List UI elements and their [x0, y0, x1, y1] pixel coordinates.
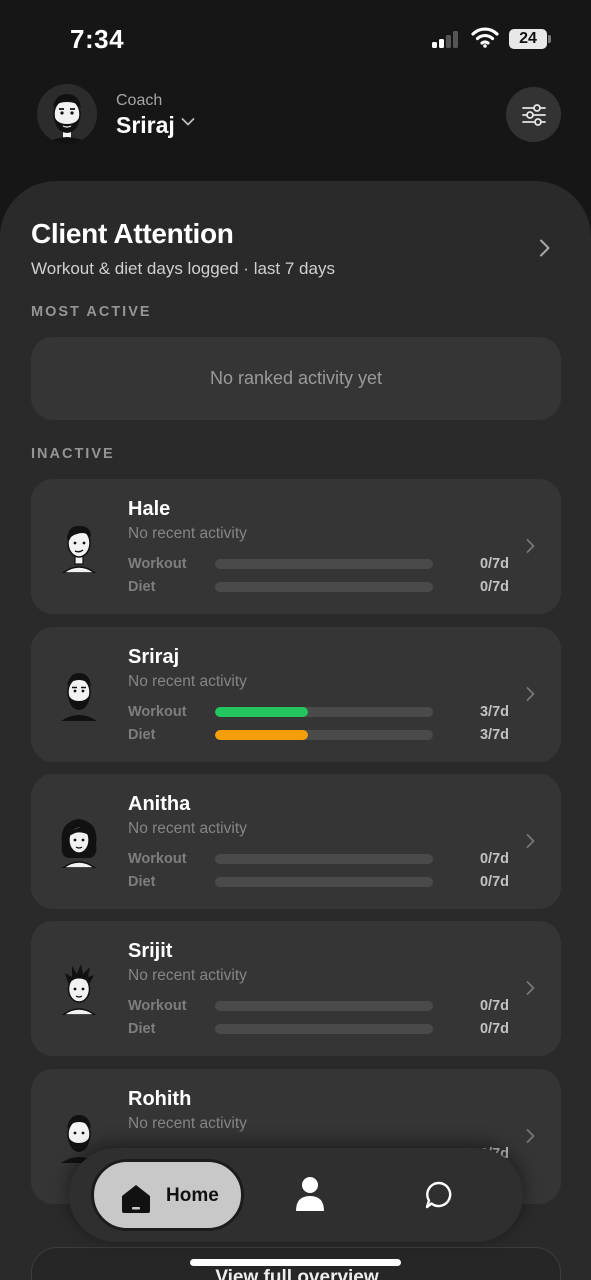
- cellular-signal-icon: [432, 30, 462, 48]
- workout-progress-track: [215, 559, 433, 569]
- diet-progress-fill: [215, 730, 309, 740]
- avatar-male-beard-icon: [61, 673, 97, 721]
- sliders-icon: [521, 103, 546, 126]
- workout-progress-track: [215, 1001, 433, 1011]
- chevron-right-icon: [526, 834, 535, 848]
- diet-label: Diet: [128, 727, 156, 743]
- inactive-label: INACTIVE: [31, 446, 115, 462]
- person-icon[interactable]: [295, 1176, 325, 1212]
- coach-avatar[interactable]: [37, 84, 97, 144]
- diet-progress-track: [215, 877, 433, 887]
- workout-days-value: 0/7d: [479, 998, 509, 1014]
- client-card[interactable]: Srijit No recent activity Workout 0/7d D…: [31, 921, 561, 1056]
- avatar-male-spiky-hair-icon: [61, 964, 97, 1015]
- workout-progress-track: [215, 854, 433, 864]
- filter-button[interactable]: [506, 87, 561, 142]
- avatar-male-beard-icon: [45, 94, 89, 144]
- client-card[interactable]: Anitha No recent activity Workout 0/7d D…: [31, 774, 561, 909]
- empty-state-text: No ranked activity yet: [209, 368, 383, 388]
- home-icon: [122, 1185, 150, 1213]
- wifi-icon: [471, 27, 499, 48]
- workout-label: Workout: [128, 704, 187, 720]
- status-time: 7:34: [70, 24, 125, 54]
- nav-home-label: Home: [166, 1185, 219, 1206]
- client-status: No recent activity: [128, 673, 247, 690]
- avatar-male-short-hair-icon: [61, 525, 97, 573]
- diet-label: Diet: [128, 874, 156, 890]
- diet-days-value: 0/7d: [479, 874, 509, 890]
- chevron-right-icon: [526, 539, 535, 553]
- client-name: Rohith: [128, 1088, 192, 1110]
- avatar-female-curly-hair-icon: [61, 819, 97, 868]
- workout-days-value: 0/7d: [479, 556, 509, 572]
- battery-nub: [548, 35, 551, 43]
- workout-label: Workout: [128, 851, 187, 867]
- diet-days-value: 0/7d: [479, 579, 509, 595]
- workout-label: Workout: [128, 998, 187, 1014]
- client-status: No recent activity: [128, 525, 247, 542]
- workout-progress-track: [215, 707, 433, 717]
- diet-days-value: 3/7d: [479, 727, 509, 743]
- coach-name[interactable]: Sriraj: [116, 112, 175, 139]
- client-card[interactable]: Hale No recent activity Workout 0/7d Die…: [31, 479, 561, 614]
- chevron-right-icon[interactable]: [538, 238, 552, 258]
- coach-role-label: Coach: [116, 92, 163, 109]
- client-name: Srijit: [128, 940, 173, 962]
- client-status: No recent activity: [128, 1115, 247, 1132]
- chevron-right-icon: [526, 981, 535, 995]
- chevron-right-icon: [526, 687, 535, 701]
- client-status: No recent activity: [128, 967, 247, 984]
- diet-progress-track: [215, 1024, 433, 1034]
- client-name: Hale: [128, 498, 171, 520]
- client-name: Anitha: [128, 793, 191, 815]
- diet-progress-track: [215, 730, 433, 740]
- most-active-label: MOST ACTIVE: [31, 304, 152, 320]
- chat-icon[interactable]: [424, 1180, 454, 1210]
- workout-label: Workout: [128, 556, 187, 572]
- workout-days-value: 0/7d: [479, 851, 509, 867]
- chevron-right-icon: [526, 1129, 535, 1143]
- empty-state: No ranked activity yet: [31, 337, 561, 420]
- home-indicator: [190, 1259, 401, 1266]
- workout-days-value: 3/7d: [479, 704, 509, 720]
- workout-progress-fill: [215, 707, 309, 717]
- diet-days-value: 0/7d: [479, 1021, 509, 1037]
- diet-progress-track: [215, 582, 433, 592]
- section-title[interactable]: Client Attention: [31, 218, 234, 250]
- section-subtitle: Workout & diet days logged · last 7 days: [31, 259, 335, 278]
- diet-label: Diet: [128, 1021, 156, 1037]
- battery-icon: 24: [509, 29, 547, 49]
- chevron-down-icon[interactable]: [181, 117, 195, 127]
- nav-home-tab[interactable]: Home: [91, 1159, 244, 1231]
- bottom-navigation: Home: [69, 1148, 523, 1242]
- client-card[interactable]: Sriraj No recent activity Workout 3/7d D…: [31, 627, 561, 762]
- overview-button-label: View full overview: [215, 1267, 379, 1280]
- client-status: No recent activity: [128, 820, 247, 837]
- client-name: Sriraj: [128, 646, 180, 668]
- diet-label: Diet: [128, 579, 156, 595]
